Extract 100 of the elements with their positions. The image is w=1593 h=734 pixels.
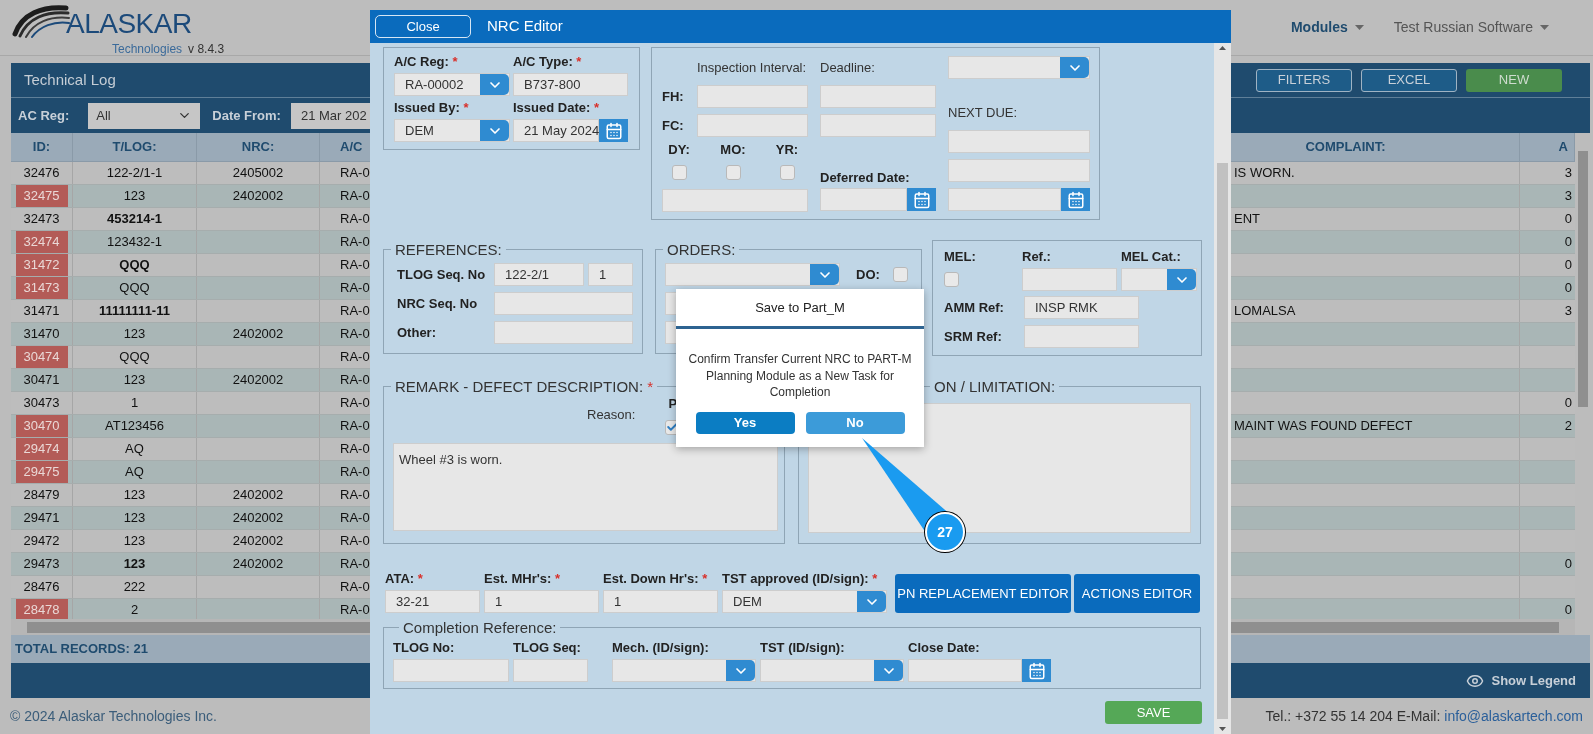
table-cell-text: RA-0 bbox=[340, 417, 370, 436]
logo-subtitle: Technologies bbox=[112, 41, 183, 58]
table-cell: 32474 bbox=[15, 231, 68, 253]
field-label: TLOG No: bbox=[393, 640, 456, 656]
field-label: MEL Cat.: bbox=[1121, 249, 1182, 265]
table-cell-text: 28476 bbox=[22, 578, 61, 597]
table-cell-text: 2402002 bbox=[232, 532, 284, 551]
field-label: TST (ID/sign): bbox=[760, 640, 846, 656]
field-label: Other: bbox=[396, 324, 437, 341]
table-cell-text: QQQ bbox=[119, 279, 150, 298]
table-cell-text: IS WORN. bbox=[1234, 164, 1295, 183]
field-label: YR: bbox=[775, 142, 799, 158]
contact-text: Tel.: +372 55 14 204 E-Mail: bbox=[1265, 706, 1441, 726]
table-cell-text: RA-0 bbox=[340, 601, 370, 619]
table-cell-text: AQ bbox=[125, 463, 144, 482]
field-label: Deadline: bbox=[820, 58, 876, 77]
table-cell-text: RA-0 bbox=[340, 532, 370, 551]
total-records: TOTAL RECORDS: 21 bbox=[15, 640, 148, 659]
field-label: ATA: * bbox=[385, 571, 424, 587]
table-cell-text: RA-0 bbox=[340, 371, 370, 390]
table-cell-text: 3 bbox=[1564, 187, 1572, 206]
table-cell-text: 123432-1 bbox=[107, 233, 162, 252]
field-label: Mech. (ID/sign): bbox=[612, 640, 710, 656]
table-cell-text: RA-0 bbox=[340, 555, 370, 574]
table-cell-text: 2402002 bbox=[232, 509, 284, 528]
field-label: Inspection Interval: bbox=[697, 58, 808, 77]
field-label: Close Date: bbox=[908, 640, 981, 656]
table-cell-text: RA-0 bbox=[340, 463, 370, 482]
table-cell: 29474 bbox=[15, 438, 68, 460]
table-cell-text: 0 bbox=[1564, 256, 1572, 275]
table-cell-text: 222 bbox=[123, 578, 146, 597]
table-cell-text: RA-0 bbox=[340, 233, 370, 252]
table-cell-text: 2402002 bbox=[232, 486, 284, 505]
section-title: ORDERS: bbox=[666, 241, 737, 258]
field-label: FC: bbox=[662, 117, 685, 134]
logo-text: ALASKAR bbox=[66, 10, 193, 38]
field-label: SRM Ref: bbox=[944, 328, 1003, 345]
table-cell-text: MAINT WAS FOUND DEFECT bbox=[1234, 417, 1413, 436]
table-cell-text: LOMALSA bbox=[1234, 302, 1296, 321]
table-cell-text: 2402002 bbox=[232, 371, 284, 390]
table-cell-text: 29473 bbox=[22, 555, 61, 574]
table-cell-text: RA-0 bbox=[340, 394, 370, 413]
table-cell-text: RA-0 bbox=[340, 486, 370, 505]
dialog-message: Confirm Transfer Current NRC to PART-M Planning Module as a New Task for Completion bbox=[687, 351, 913, 401]
table-cell-text: 123 bbox=[123, 325, 146, 344]
table-cell-text: RA-0 bbox=[340, 187, 370, 206]
table-cell-text: ENT bbox=[1234, 210, 1260, 229]
table-cell-text: RA-0 bbox=[340, 348, 370, 367]
field-label: A/C Reg: * bbox=[394, 54, 459, 70]
table-cell-text: 123 bbox=[123, 187, 146, 206]
table-cell-text: 0 bbox=[1564, 555, 1572, 574]
field-label: DO: bbox=[856, 266, 881, 283]
table-cell-text: RA-0 bbox=[340, 302, 370, 321]
table-cell-text: 2402002 bbox=[232, 325, 284, 344]
field-label: MEL: bbox=[944, 249, 977, 265]
table-cell: 30470 bbox=[15, 415, 68, 437]
window-title: NRC Editor bbox=[487, 16, 563, 37]
table-cell-text: 0 bbox=[1564, 394, 1572, 413]
table-cell-text: 0 bbox=[1564, 210, 1572, 229]
table-cell-text: AQ bbox=[125, 440, 144, 459]
table-cell: 31472 bbox=[15, 254, 68, 276]
table-cell-text: 123 bbox=[123, 509, 146, 528]
filter-label: AC Reg: bbox=[18, 106, 70, 125]
table-cell: 29475 bbox=[15, 461, 68, 483]
table-cell-text: 28479 bbox=[22, 486, 61, 505]
table-cell-text: 2 bbox=[130, 601, 139, 619]
field-label: TST approved (ID/sign): * bbox=[722, 571, 879, 587]
section-title: ON / LIMITATION: bbox=[933, 378, 1057, 395]
table-cell-text: 0 bbox=[1564, 601, 1572, 619]
table-cell-text: QQQ bbox=[119, 256, 150, 275]
table-cell-text: 29472 bbox=[22, 532, 61, 551]
table-cell-text: 0 bbox=[1564, 233, 1572, 252]
table-cell-text: 122-2/1-1 bbox=[106, 164, 163, 183]
table-cell-text: RA-0 bbox=[340, 509, 370, 528]
table-cell: 32475 bbox=[15, 185, 68, 207]
table-cell-text: RA-0 bbox=[340, 578, 370, 597]
table-cell-text: 31470 bbox=[22, 325, 61, 344]
table-cell-text: 2402002 bbox=[232, 555, 284, 574]
panel-title: Technical Log bbox=[24, 69, 116, 90]
column-header: NRC: bbox=[197, 133, 320, 161]
table-cell-text: 2402002 bbox=[232, 187, 284, 206]
table-cell-text: 11111111-11 bbox=[99, 302, 170, 321]
table-cell-text: QQQ bbox=[119, 348, 150, 367]
table-cell-text: 123 bbox=[123, 532, 146, 551]
field-label: FH: bbox=[662, 88, 685, 105]
table-cell-text: 30471 bbox=[22, 371, 61, 390]
table-cell-text: 123 bbox=[123, 486, 146, 505]
table-cell-text: RA-0 bbox=[340, 279, 370, 298]
field-label: A/C Type: * bbox=[513, 54, 583, 70]
table-cell-text: RA-0 bbox=[340, 325, 370, 344]
table-cell: 31473 bbox=[15, 277, 68, 299]
table-cell-text: 123 bbox=[123, 555, 146, 574]
field-label: MO: bbox=[720, 142, 746, 158]
field-label: TLOG Seq: bbox=[513, 640, 582, 656]
table-cell-text: 3 bbox=[1564, 164, 1572, 183]
table-cell-text: 30473 bbox=[22, 394, 61, 413]
table-cell-text: 29471 bbox=[22, 509, 61, 528]
table-cell-text: 32476 bbox=[22, 164, 61, 183]
field-label: NEXT DUE: bbox=[948, 105, 1019, 121]
table-cell-text: 3 bbox=[1564, 302, 1572, 321]
